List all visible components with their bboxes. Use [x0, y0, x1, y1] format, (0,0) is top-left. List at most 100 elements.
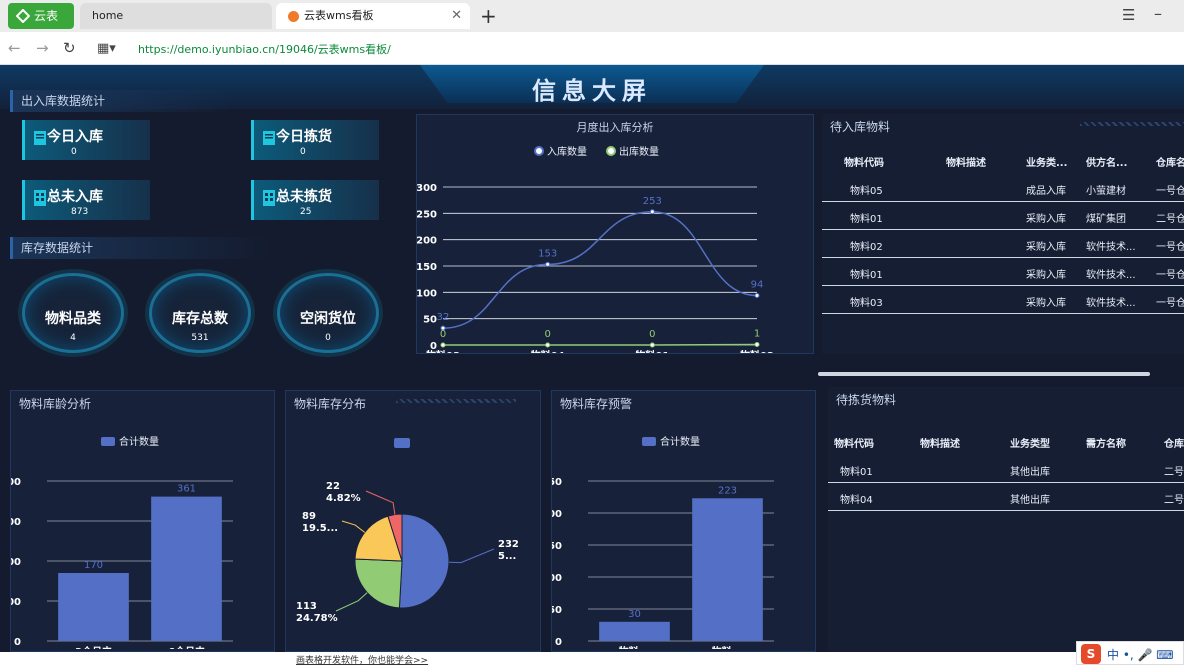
table-cell: 采购入库 [1026, 242, 1066, 253]
table-cell: 其他出库 [1010, 467, 1050, 478]
pie-percent-label: 24.78% [296, 613, 338, 624]
card-label: 总未拣货 [276, 189, 332, 205]
table-cell: 采购入库 [1026, 298, 1066, 309]
ime-mode-icon[interactable]: 中 •, 🎤 ⌨ [1107, 646, 1174, 663]
card-total-pending-picking: 总未拣货 25 [251, 180, 379, 220]
ring-material-category: 物料品类 4 [22, 273, 124, 353]
card-value: 873 [71, 207, 89, 217]
ring-value: 531 [191, 333, 209, 343]
table-cell: 采购入库 [1026, 270, 1066, 281]
table-cell: 物料04 [840, 495, 873, 506]
y-tick-label: 150 [417, 262, 437, 273]
y-tick-label: 200 [417, 236, 437, 247]
stock-warn-bar-chart: 合计数量 0 50 100 150 200 250 30 物料... 223 物料... [552, 435, 774, 649]
io-section-title: 出入库数据统计 [21, 94, 106, 108]
ime-logo-icon: S [1081, 644, 1101, 664]
close-tab-icon[interactable]: ✕ [451, 3, 462, 29]
card-value: 0 [300, 147, 306, 157]
bar-label: 223 [718, 485, 737, 496]
y-tick-label: 200 [11, 557, 21, 568]
pie-slice [354, 558, 403, 609]
tab-wms-board[interactable]: 云表wms看板 ✕ [276, 3, 470, 29]
data-point [545, 342, 551, 348]
card-label: 总未入库 [47, 189, 103, 205]
table-row[interactable]: 物料02 采购入库 软件技术... 一号仓库 [822, 230, 1184, 258]
horizontal-scrollbar[interactable] [818, 372, 1150, 376]
table-cell: 软件技术... [1086, 298, 1136, 309]
pie-slice [398, 513, 450, 609]
new-tab-icon[interactable]: + [480, 4, 497, 28]
y-tick-label: 100 [11, 597, 21, 608]
card-total-pending-inbound: 总未入库 873 [22, 180, 150, 220]
data-label: 0 [544, 329, 550, 340]
column-header: 需方名称 [1086, 439, 1126, 450]
status-link[interactable]: 画表格开发软件，你也能学会>> [296, 653, 428, 666]
picking-pending-title: 待拣货物料 [836, 393, 897, 407]
ime-toolbar[interactable]: S 中 •, 🎤 ⌨ [1076, 641, 1184, 665]
brand-label: 云表 [34, 9, 59, 23]
address-bar: ← → ↻ ▦▾ https://demo.iyunbiao.cn/19046/… [0, 32, 1184, 65]
table-cell: 物料01 [840, 467, 873, 478]
data-point [545, 261, 551, 267]
bar [58, 573, 129, 641]
y-tick-label: 50 [552, 605, 562, 616]
apps-grid-icon[interactable]: ▦▾ [97, 41, 116, 56]
browser-tab-bar: 云表 home 云表wms看板 ✕ + ☰ – [0, 0, 1184, 32]
column-header: 业务类... [1026, 158, 1068, 169]
column-header: 供方名... [1086, 158, 1128, 169]
inbound-pending-title: 待入库物料 [830, 120, 891, 134]
data-point [649, 342, 655, 348]
back-icon[interactable]: ← [8, 39, 21, 57]
brand-logo-icon [16, 9, 30, 23]
data-point [440, 342, 446, 348]
tab-wms-label: 云表wms看板 [304, 9, 374, 22]
y-tick-label: 100 [417, 288, 437, 299]
column-header: 业务类型 [1010, 439, 1050, 450]
brand-button[interactable]: 云表 [8, 3, 74, 29]
ring-stock-total: 库存总数 531 [149, 273, 251, 353]
table-row[interactable]: 物料01 采购入库 软件技术... 一号仓库 [822, 258, 1184, 286]
table-cell: 采购入库 [1026, 214, 1066, 225]
page-title: 信息大屏 [532, 77, 652, 105]
table-cell: 物料01 [850, 214, 883, 225]
card-value: 25 [300, 207, 312, 217]
url-text[interactable]: https://demo.iyunbiao.cn/19046/云表wms看板/ [138, 41, 391, 57]
legend-label: 合计数量 [119, 435, 159, 448]
x-tick-label: 物料01 [635, 349, 669, 353]
stock-section-header: 库存数据统计 [10, 237, 270, 259]
table-cell: 二号 [1164, 467, 1184, 478]
legend-swatch [101, 437, 115, 446]
column-header: 仓库名... [1156, 158, 1184, 169]
series-line [442, 211, 758, 329]
bar [599, 621, 670, 641]
forward-icon[interactable]: → [36, 39, 49, 57]
data-label: 94 [751, 279, 764, 290]
pie-leader-line [335, 592, 368, 612]
table-row[interactable]: 物料01 其他出库 二号 [828, 455, 1184, 483]
y-tick-label: 100 [552, 573, 562, 584]
pie-percent-label: 4.82% [326, 493, 361, 504]
table-header: 物料代码 物料描述 业务类型 需方名称 仓库 [828, 427, 1184, 455]
y-tick-label: 0 [14, 637, 21, 648]
legend-label: 出库数量 [619, 145, 659, 158]
stock-section-title: 库存数据统计 [21, 241, 94, 255]
y-tick-label: 200 [552, 509, 562, 520]
menu-icon[interactable]: ☰ [1122, 6, 1135, 24]
data-point [754, 292, 760, 298]
table-cell: 小萤建材 [1086, 186, 1126, 197]
decor-stripe [1080, 122, 1184, 126]
reload-icon[interactable]: ↻ [63, 39, 76, 57]
tab-home[interactable]: home [80, 3, 272, 29]
table-row[interactable]: 物料01 采购入库 煤矿集团 二号仓库 [822, 202, 1184, 230]
inbound-pending-panel: 待入库物料 物料代码 物料描述 业务类... 供方名... 仓库名... 物料05 成品入库… [822, 114, 1184, 354]
table-cell: 一号仓库 [1156, 298, 1184, 309]
table-row[interactable]: 物料04 其他出库 二号 [828, 483, 1184, 511]
card-label: 今日入库 [47, 129, 103, 145]
table-row[interactable]: 物料03 采购入库 软件技术... 一号仓库 [822, 286, 1184, 314]
table-cell: 一号仓库 [1156, 270, 1184, 281]
pie-percent-label: 5... [498, 551, 516, 562]
table-cell: 物料03 [850, 298, 883, 309]
io-section-header: 出入库数据统计 [10, 90, 230, 112]
table-row[interactable]: 物料05 成品入库 小萤建材 一号仓库 [822, 174, 1184, 202]
minimize-icon[interactable]: – [1154, 4, 1162, 23]
